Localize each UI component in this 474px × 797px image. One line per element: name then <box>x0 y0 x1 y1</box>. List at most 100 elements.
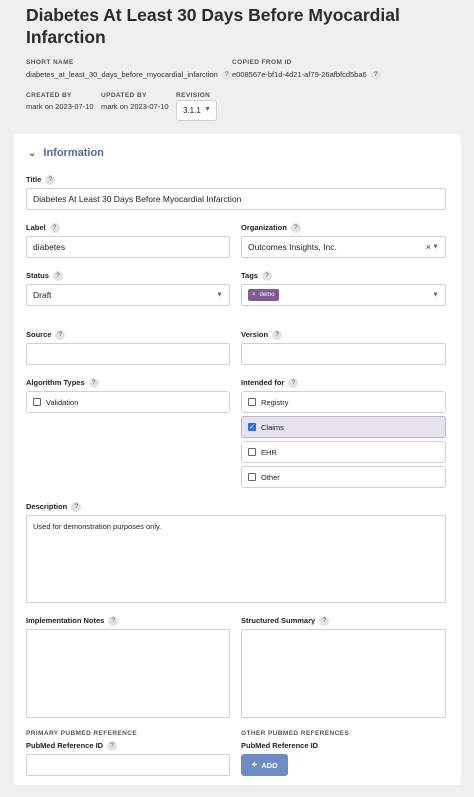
section-title: Information <box>43 147 104 159</box>
created-by-label: CREATED BY <box>26 92 72 99</box>
organization-select[interactable]: Outcomes Insights, Inc. × ▼ <box>241 236 446 258</box>
structured-summary-field-label: Structured Summary? <box>241 616 330 627</box>
other-pubmed-heading: OTHER PUBMED REFERENCES <box>241 730 350 737</box>
help-icon[interactable]: ? <box>45 175 56 186</box>
version-label-text: Version <box>241 330 269 339</box>
help-icon[interactable]: ? <box>290 223 301 234</box>
pubmed-id-field-label: PubMed Reference ID? <box>26 741 118 752</box>
revision-select[interactable]: 3.1.1 ▼ <box>176 100 217 121</box>
short-name-text: diabetes_at_least_30_days_before_myocard… <box>26 70 218 79</box>
page-title: Diabetes At Least 30 Days Before Myocard… <box>26 5 400 47</box>
caret-down-icon: ▼ <box>204 106 211 113</box>
label-input[interactable]: diabetes <box>26 236 230 258</box>
version-field-label: Version? <box>241 330 283 341</box>
updated-by-label: UPDATED BY <box>101 92 147 99</box>
implementation-notes-field-label: Implementation Notes? <box>26 616 119 627</box>
intended-for-claims[interactable]: ✓ Claims <box>241 416 446 438</box>
source-input[interactable] <box>26 343 230 365</box>
checkbox[interactable] <box>33 398 41 406</box>
intended-for-label-text: Intended for <box>241 378 285 387</box>
created-by-value: mark on 2023-07-10 <box>26 102 94 111</box>
title-label-text: Title <box>26 175 42 184</box>
title-input[interactable]: Diabetes At Least 30 Days Before Myocard… <box>26 188 446 210</box>
description-label-text: Description <box>26 502 68 511</box>
short-name-label: SHORT NAME <box>26 59 74 66</box>
label-field-label: Label? <box>26 223 60 234</box>
implementation-notes-label-text: Implementation Notes <box>26 616 105 625</box>
help-icon[interactable]: ? <box>272 330 283 341</box>
chevron-down-icon: ⌄ <box>28 148 37 159</box>
algorithm-types-field-label: Algorithm Types? <box>26 378 99 389</box>
add-button-label: ADD <box>261 760 278 770</box>
help-icon[interactable]: ? <box>288 378 299 389</box>
help-icon[interactable]: ? <box>55 330 66 341</box>
help-icon[interactable]: ? <box>221 70 232 81</box>
caret-down-icon: ▼ <box>216 291 223 299</box>
status-value: Draft <box>33 290 52 300</box>
help-icon[interactable]: ? <box>52 271 63 282</box>
caret-down-icon: ▼ <box>432 243 439 251</box>
structured-summary-label-text: Structured Summary <box>241 616 316 625</box>
status-field-label: Status? <box>26 271 63 282</box>
checkbox-checked[interactable]: ✓ <box>248 423 256 431</box>
revision-label: REVISION <box>176 92 211 99</box>
information-section-toggle[interactable]: ⌄ Information <box>28 147 104 159</box>
tags-field-label: Tags? <box>241 271 272 282</box>
organization-label-text: Organization <box>241 223 287 232</box>
help-icon[interactable]: ? <box>71 502 82 513</box>
plus-icon: + <box>251 759 258 771</box>
intended-for-registry[interactable]: Registry <box>241 391 446 413</box>
help-icon[interactable]: ? <box>108 616 119 627</box>
checkbox-label: Validation <box>46 397 79 407</box>
version-input[interactable] <box>241 343 446 365</box>
checkbox[interactable] <box>248 448 256 456</box>
close-icon[interactable]: × <box>252 292 256 298</box>
algorithm-types-label-text: Algorithm Types <box>26 378 85 387</box>
organization-value: Outcomes Insights, Inc. <box>248 242 337 252</box>
label-label-text: Label <box>26 223 46 232</box>
checkbox-label: Registry <box>261 397 289 407</box>
checkbox[interactable] <box>248 473 256 481</box>
revision-value: 3.1.1 <box>183 106 201 115</box>
pubmed-id-input[interactable] <box>26 754 230 776</box>
title-field-label: Title? <box>26 175 56 186</box>
help-icon[interactable]: ? <box>370 70 381 81</box>
pubmed-id-label-text: PubMed Reference ID <box>26 741 104 750</box>
help-icon[interactable]: ? <box>107 741 118 752</box>
source-label-text: Source <box>26 330 52 339</box>
help-icon[interactable]: ? <box>319 616 330 627</box>
intended-for-ehr[interactable]: EHR <box>241 441 446 463</box>
primary-pubmed-heading: PRIMARY PUBMED REFERENCE <box>26 730 138 737</box>
algorithm-type-validation[interactable]: Validation <box>26 391 230 413</box>
copied-from-text: e008567e-bf1d-4d21-af79-26afbfcd5ba6 <box>232 70 367 79</box>
caret-down-icon: ▼ <box>432 291 439 299</box>
description-textarea[interactable]: Used for demonstration purposes only. <box>26 515 446 603</box>
intended-for-other[interactable]: Other <box>241 466 446 488</box>
tags-label-text: Tags <box>241 271 258 280</box>
status-select[interactable]: Draft ▼ <box>26 284 230 306</box>
updated-by-value: mark on 2023-07-10 <box>101 102 169 111</box>
other-pubmed-id-label: PubMed Reference ID <box>241 741 319 750</box>
tags-select[interactable]: × demo ▼ <box>241 284 446 306</box>
copied-from-value: e008567e-bf1d-4d21-af79-26afbfcd5ba6? <box>232 70 381 81</box>
help-icon[interactable]: ? <box>261 271 272 282</box>
organization-field-label: Organization? <box>241 223 301 234</box>
help-icon[interactable]: ? <box>88 378 99 389</box>
structured-summary-textarea[interactable] <box>241 629 446 718</box>
checkbox-label: Claims <box>261 422 284 432</box>
help-icon[interactable]: ? <box>49 223 60 234</box>
source-field-label: Source? <box>26 330 66 341</box>
tag-chip-label: demo <box>259 292 275 298</box>
add-reference-button[interactable]: + ADD <box>241 754 288 776</box>
description-field-label: Description? <box>26 502 82 513</box>
checkbox-label: Other <box>261 472 280 482</box>
checkbox-label: EHR <box>261 447 277 457</box>
tag-chip[interactable]: × demo <box>248 289 279 301</box>
checkbox[interactable] <box>248 398 256 406</box>
implementation-notes-textarea[interactable] <box>26 629 230 718</box>
status-label-text: Status <box>26 271 49 280</box>
copied-from-label: COPIED FROM ID <box>232 59 292 66</box>
short-name-value: diabetes_at_least_30_days_before_myocard… <box>26 70 232 81</box>
intended-for-field-label: Intended for? <box>241 378 299 389</box>
close-icon[interactable]: × <box>426 242 431 252</box>
